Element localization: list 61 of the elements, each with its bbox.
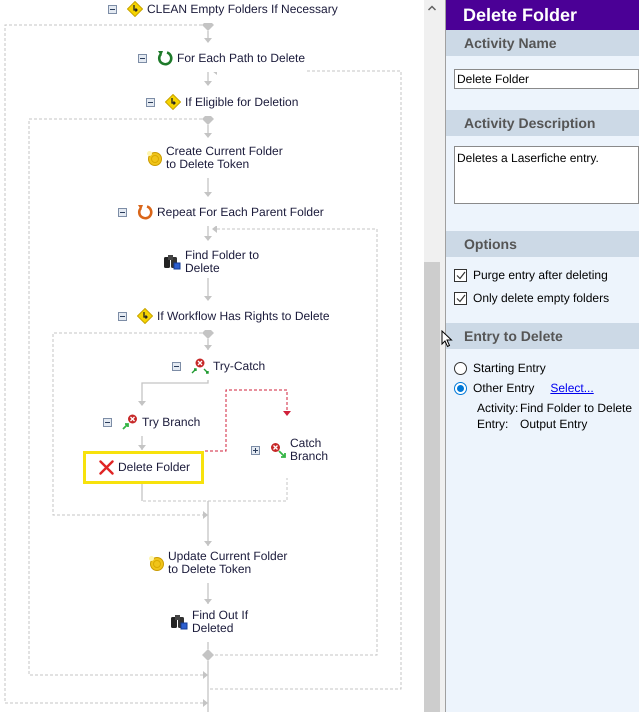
radio-label: Starting Entry [473, 360, 546, 377]
activity-label: Try-Catch [213, 360, 266, 372]
mouse-cursor-icon [441, 330, 453, 348]
condition-icon [165, 94, 181, 110]
catch-branch-icon [270, 442, 286, 458]
selected-activity[interactable]: Delete Folder [83, 451, 204, 484]
condition-icon [137, 308, 153, 324]
collapse-icon[interactable] [118, 312, 127, 320]
activity-label: Delete Folder [118, 461, 190, 474]
detail-value: Find Folder to Delete [520, 400, 634, 416]
section-header: Entry to Delete [446, 323, 639, 349]
section-header: Activity Description [446, 110, 639, 136]
try-branch-icon [122, 414, 138, 430]
detail-label: Entry: [477, 416, 510, 432]
detail-label: Activity: [477, 400, 520, 416]
section-header: Options [446, 231, 639, 257]
loop-icon [157, 50, 173, 66]
check-icon [456, 270, 466, 280]
condition-icon [127, 1, 143, 17]
checkbox-label: Only delete empty folders [473, 290, 610, 307]
checkbox-label: Purge entry after deleting [473, 267, 608, 284]
activity-name-field[interactable]: Delete Folder [454, 69, 639, 89]
scrollbar-thumb[interactable] [424, 262, 440, 712]
collapse-icon[interactable] [172, 362, 181, 370]
activity-label: If Eligible for Deletion [185, 96, 298, 108]
activity-label: Repeat For Each Parent Folder [157, 206, 324, 218]
panel-title: Delete Folder [446, 0, 639, 30]
checkbox[interactable] [454, 268, 467, 282]
collapse-icon[interactable] [118, 208, 127, 216]
activity-label: Try Branch [142, 416, 200, 428]
activity-label: Update Current Folder to Delete Token [168, 550, 288, 576]
collapse-icon[interactable] [103, 418, 112, 426]
activity-label: Create Current Folder to Delete Token [166, 145, 283, 171]
coin-icon [146, 150, 162, 166]
activity-label: CLEAN Empty Folders If Necessary [147, 2, 338, 16]
collapse-icon[interactable] [138, 54, 147, 62]
radio-label: Other Entry [473, 380, 534, 397]
activity-label: For Each Path to Delete [177, 52, 306, 64]
collapse-icon[interactable] [108, 4, 117, 14]
junction-diamond [202, 649, 214, 661]
loop-icon [137, 204, 153, 220]
checkbox[interactable] [454, 292, 467, 304]
select-link[interactable]: Select... [550, 379, 594, 397]
coin-icon [148, 555, 164, 571]
collapse-icon[interactable] [146, 98, 155, 106]
section-header: Activity Name [446, 30, 639, 56]
activity-label: Find Out If Deleted [192, 609, 248, 635]
activity-label: If Workflow Has Rights to Delete [157, 310, 330, 322]
activity-label: Find Folder to Delete [185, 249, 260, 275]
expand-icon[interactable] [251, 446, 260, 454]
activity-description-field[interactable]: Deletes a Laserfiche entry. [454, 146, 639, 204]
delete-icon [99, 460, 114, 475]
binoculars-icon [163, 254, 181, 270]
radio-button[interactable] [454, 362, 467, 374]
try-catch-icon [191, 358, 209, 374]
radio-button[interactable] [454, 382, 467, 394]
detail-value: Output Entry [520, 416, 588, 432]
scrollbar[interactable] [424, 0, 440, 712]
check-icon [456, 294, 466, 302]
binoculars-icon [170, 614, 188, 630]
activity-label: Catch Branch [290, 437, 328, 463]
